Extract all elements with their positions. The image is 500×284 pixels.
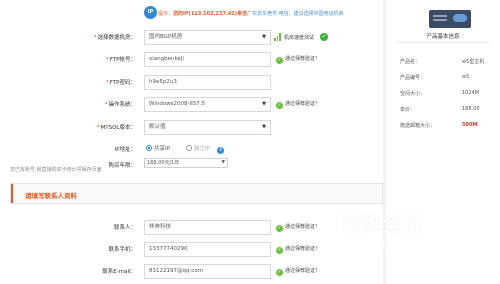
ip-notice-text: 提示：您的IP(113.102.237.41)来自广东省东莞市 电信，建议选择中… (158, 10, 344, 17)
contact-name-label: 联系人： (113, 225, 136, 231)
ftp-account-label: *FTP帐号： (106, 57, 136, 63)
price-row: 单价： 188.00 (400, 106, 480, 113)
info-icon[interactable]: i (217, 147, 225, 154)
contact-email-input[interactable]: 83122197@qq.com (144, 264, 271, 279)
contact-section-header: 请填写联系人资料 (10, 183, 383, 204)
signal-icon (274, 33, 282, 41)
contact-phone-row: 联系手机： 13377740290 ✓ 通过保荐验证！ (0, 242, 383, 258)
account-note: 您已有账号,就直接购买卡统计并保存页面 (10, 167, 102, 173)
contact-name-tip: ✓ 通过保荐验证！ (276, 224, 321, 232)
contact-section-title: 请填写联系人资料 (25, 192, 77, 200)
notice-prefix: 提示： (158, 11, 174, 17)
order-form-panel: IP 提示：您的IP(113.102.237.41)来自广东省东莞市 电信，建议… (0, 0, 383, 284)
ip-badge-icon: IP (144, 6, 157, 19)
os-select[interactable]: Windows2008-IIS7.5 ▼ (144, 97, 271, 112)
watermark-title: 百科全说 (340, 212, 424, 236)
datacenter-row: *选择数据机房： 国内BGP机房 ▼ 机房速度测试 ✓ (0, 30, 383, 46)
ip-radio-group: 共享IP 独立IP i (146, 144, 225, 154)
check-icon: ✓ (276, 269, 283, 276)
check-icon: ✓ (276, 247, 283, 254)
ftp-password-label: *FTP密码： (106, 80, 136, 86)
os-row: *操作系统： Windows2008-IIS7.5 ▼ ✓ 通过保荐验证！ (0, 97, 383, 113)
ip-address-row: IP地址： 共享IP 独立IP i (0, 142, 383, 158)
mailbox-size-row: 赠送邮箱大小： 500M (400, 122, 478, 129)
product-name-row: 产品名： w5型主机 (400, 59, 485, 65)
check-icon: ✓ (276, 57, 283, 64)
check-icon: ✓ (276, 225, 283, 232)
datacenter-label: *选择数据机房： (93, 35, 136, 41)
contact-name-row: 联系人： 祥奔科技 ✓ 通过保荐验证！ (0, 220, 383, 236)
chevron-down-icon: ▼ (262, 101, 266, 107)
space-size-row: 空间大小： 1024M (400, 90, 480, 97)
contact-phone-tip: ✓ 通过保荐验证！ (276, 246, 321, 254)
ip-notice: IP 提示：您的IP(113.102.237.41)来自广东省东莞市 电信，建议… (136, 6, 386, 24)
option-dedicated-ip[interactable]: 独立IP (194, 146, 210, 152)
ftp-password-input[interactable]: h9e5p2u3 (144, 75, 271, 90)
contact-email-row: 联系E-mail： 83122197@qq.com ✓ 通过保荐验证！ (0, 264, 383, 280)
datacenter-select[interactable]: 国内BGP机房 ▼ (144, 30, 271, 45)
check-icon: ✓ (276, 102, 283, 109)
ip-address-label: IP地址： (114, 147, 136, 153)
speed-test-link[interactable]: 机房速度测试 (284, 34, 314, 41)
radio-dedicated-ip[interactable] (185, 145, 192, 151)
contact-name-input[interactable]: 祥奔科技 (144, 220, 271, 235)
os-label: *操作系统： (104, 102, 136, 108)
term-label: 购买年限： (108, 163, 136, 169)
contact-email-tip: ✓ 通过保荐验证！ (276, 268, 321, 276)
contact-email-label: 联系E-mail： (102, 269, 136, 275)
os-tip: ✓ 通过保荐验证！ (276, 101, 321, 109)
ftp-account-tip: ✓ 通过保荐验证！ (276, 56, 321, 64)
mysql-row: *MYSQL版本： 默认值 ▼ (0, 120, 383, 136)
contact-phone-input[interactable]: 13377740290 (144, 242, 271, 257)
mysql-select[interactable]: 默认值 ▼ (144, 120, 271, 135)
notice-ip: 您的IP(113.102.237.41)来自 (173, 11, 248, 17)
divider (396, 42, 490, 43)
chevron-down-icon: ▼ (262, 124, 266, 130)
chevron-down-icon: ▼ (221, 160, 225, 165)
ftp-account-row: *FTP帐号： xiangbenkeji ✓ 通过保荐验证！ (0, 52, 383, 68)
term-select[interactable]: 188.00元/1年 ▼ (144, 158, 228, 168)
notice-suggestion[interactable]: 广东省东莞市 电信，建议选择中国电信机房 (247, 11, 344, 17)
chevron-down-icon: ▼ (262, 34, 266, 40)
server-cloud-icon (429, 10, 471, 28)
ftp-account-input[interactable]: xiangbenkeji (144, 52, 271, 67)
check-icon: ✓ (320, 33, 328, 41)
radio-shared-ip[interactable] (146, 145, 152, 151)
product-code-row: 产品编号： w5 (400, 74, 470, 81)
mysql-label: *MYSQL版本： (96, 125, 136, 131)
product-info-title: 产品基本信息 (426, 34, 460, 40)
section-accent-bar (11, 184, 13, 203)
option-shared-ip[interactable]: 共享IP (154, 146, 170, 152)
contact-phone-label: 联系手机： (108, 247, 136, 253)
watermark-subtitle: 助你轻松解决 (370, 242, 430, 253)
ftp-password-row: *FTP密码： h9e5p2u3 (0, 75, 383, 91)
